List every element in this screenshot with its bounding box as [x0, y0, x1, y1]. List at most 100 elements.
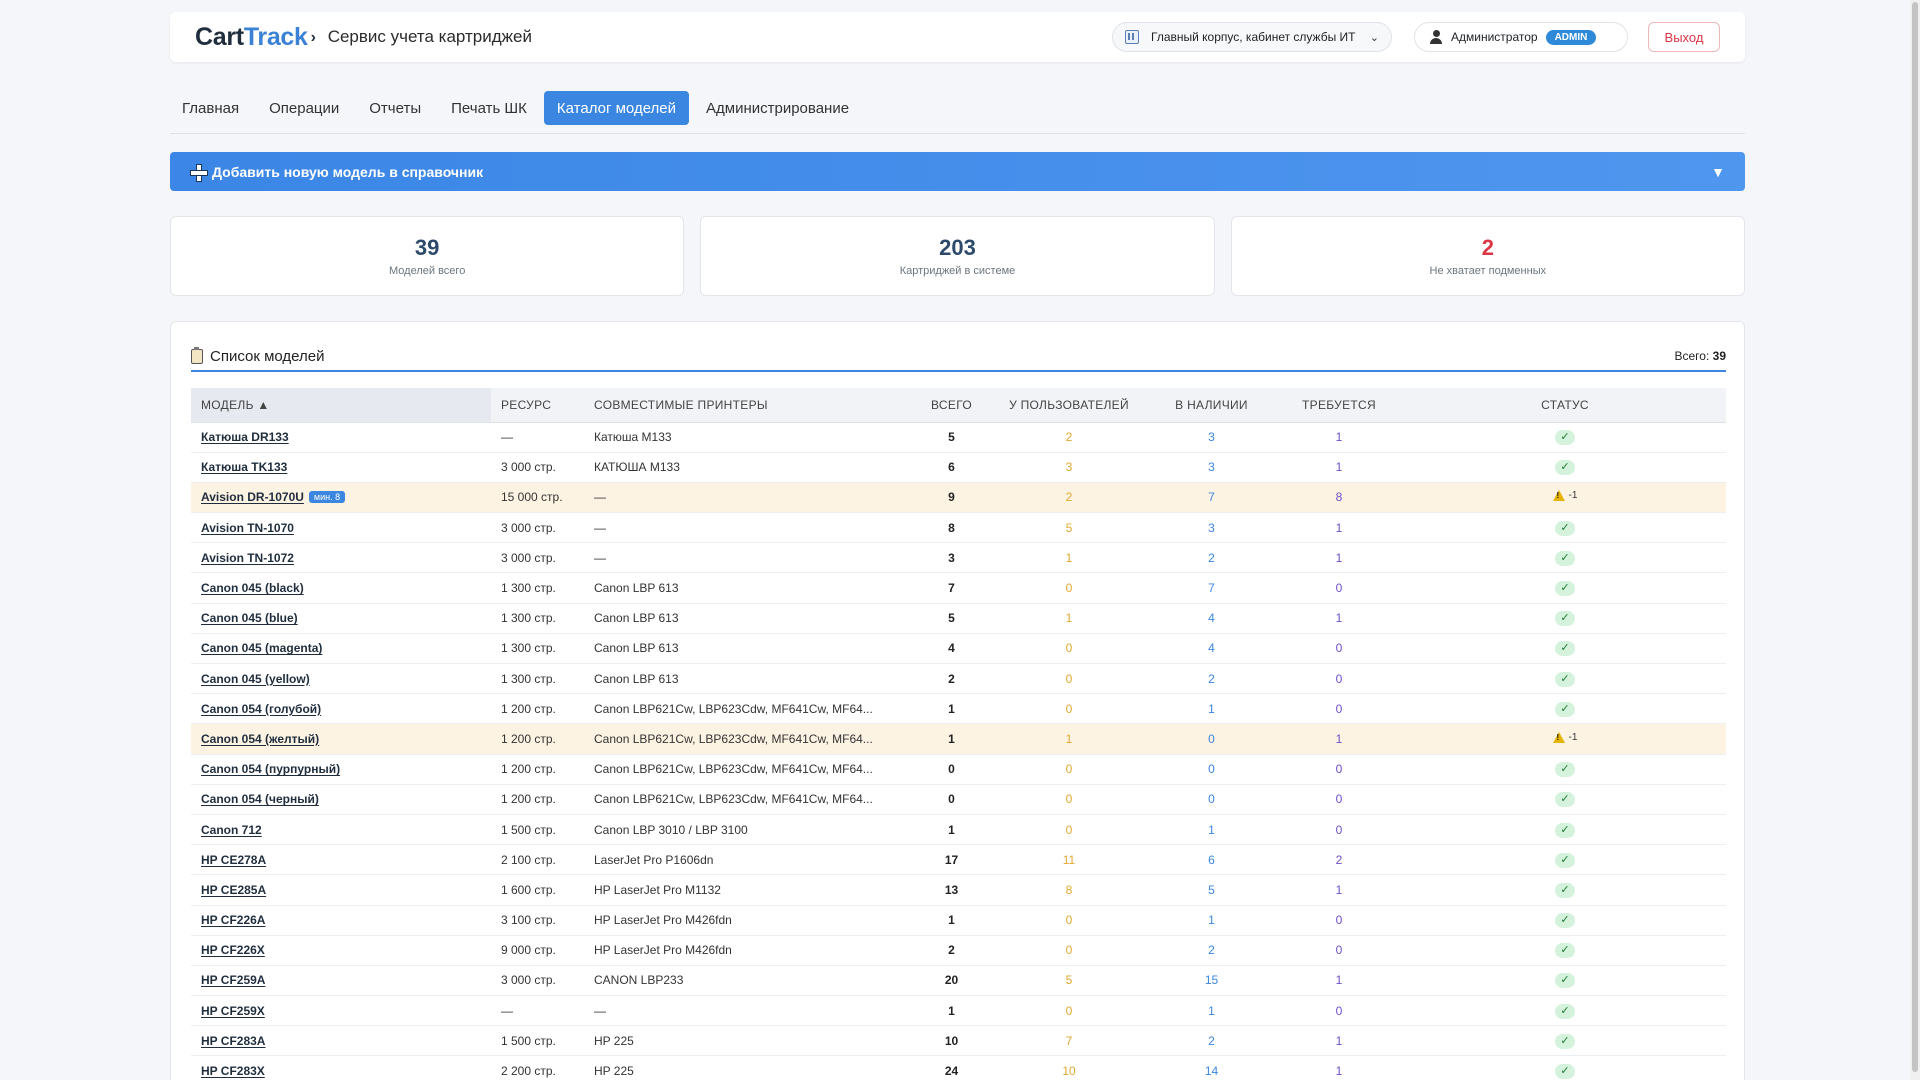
column-header-printers[interactable]: Совместимые принтеры — [584, 388, 914, 423]
cell-printers: Canon LBP 613 — [584, 572, 914, 604]
model-link[interactable]: Avision TN-1072 — [201, 551, 294, 565]
table-row[interactable]: Canon 045 (magenta) 1 300 стр. Canon LBP 6… — [191, 633, 1726, 665]
nav-item-administration[interactable]: Администрирование — [693, 91, 862, 125]
list-title-wrap: Список моделей — [191, 346, 325, 365]
cell-required: 0 — [1274, 814, 1404, 846]
cell-status: ✓ — [1404, 965, 1726, 997]
column-header-status[interactable]: Статус — [1404, 388, 1726, 423]
cell-total: 17 — [914, 844, 989, 876]
logo[interactable]: Cart Track › — [195, 23, 316, 52]
table-row[interactable]: Canon 045 (blue) 1 300 стр. Canon LBP 613 5… — [191, 603, 1726, 634]
cell-total: 1 — [914, 814, 989, 846]
table-row[interactable]: HP CE278A 2 100 стр. LaserJet Pro P1606dn 1… — [191, 844, 1726, 876]
cell-total: 4 — [914, 633, 989, 665]
model-link[interactable]: HP CF226X — [201, 943, 265, 957]
app-title: Сервис учета картриджей — [327, 27, 532, 46]
cell-printers: — — [584, 542, 914, 574]
model-link[interactable]: HP CF226A — [201, 913, 265, 927]
model-link[interactable]: Canon 054 (пурпурный) — [201, 762, 340, 776]
location-select[interactable]: Главный корпус, кабинет службы ИТ ⌄ — [1112, 22, 1392, 52]
cell-status: ✓ — [1404, 905, 1726, 936]
table-row[interactable]: HP CF283A 1 500 стр. HP 225 10 7 2 1 ✓ — [191, 1025, 1726, 1057]
table-row[interactable]: Avision TN-1072 3 000 стр. —3 1 2 1 ✓ — [191, 542, 1726, 574]
column-header-total[interactable]: Всего — [914, 388, 989, 423]
table-row[interactable]: Катюша DR133 — Катюша M133 5 2 3 1 ✓ — [191, 422, 1726, 453]
main-nav: Главная Операции Отчеты Печать ШК Катало… — [170, 91, 866, 125]
nav-item-print-barcodes[interactable]: Печать ШК — [438, 91, 540, 125]
column-header-users[interactable]: У пользователей — [989, 388, 1149, 423]
cell-required: 1 — [1274, 965, 1404, 997]
model-link[interactable]: Canon 712 — [201, 823, 262, 837]
table-row[interactable]: Avision DR-1070U мин. 8 15 000 стр.—9278 -1 — [191, 482, 1726, 514]
nav-item-model-catalog[interactable]: Каталог моделей — [543, 91, 690, 125]
model-link[interactable]: Катюша DR133 — [201, 430, 289, 444]
table-row[interactable]: Canon 054 (голубой) 1 200 стр. Canon LBP62… — [191, 693, 1726, 725]
model-link[interactable]: Canon 054 (черный) — [201, 792, 319, 806]
model-link[interactable]: Canon 045 (yellow) — [201, 672, 310, 686]
warning-badge: -1 — [1552, 490, 1577, 502]
table-row[interactable]: Avision TN-1070 3 000 стр. —8 5 3 1 ✓ — [191, 512, 1726, 544]
model-link[interactable]: Canon 045 (magenta) — [201, 641, 322, 655]
cell-stock: 1 — [1149, 814, 1274, 846]
column-header-required[interactable]: Требуется — [1274, 388, 1404, 423]
stat-label: Картриджей в системе — [899, 265, 1016, 277]
cell-stock: 0 — [1149, 754, 1274, 785]
model-link[interactable]: Avision TN-1070 — [201, 521, 294, 535]
cell-resource: 1 600 стр. — [491, 874, 584, 906]
table-row[interactable]: Canon 054 (желтый) 1 200 стр. Canon LBP621… — [191, 723, 1726, 755]
add-model-panel-toggle[interactable]: Добавить новую модель в справочник ▼ — [170, 152, 1745, 191]
nav-item-operations[interactable]: Операции — [256, 91, 352, 125]
table-row[interactable]: HP CF283X 2 200 стр. HP 225 24 10 14 1 ✓ — [191, 1055, 1726, 1080]
model-link[interactable]: Avision DR-1070U — [201, 490, 304, 504]
cell-model: Canon 045 (black) — [191, 572, 491, 604]
model-link[interactable]: Катюша TK133 — [201, 460, 287, 474]
cell-model: Canon 045 (magenta) — [191, 633, 491, 665]
list-title: Список моделей — [210, 347, 325, 365]
table-row[interactable]: Canon 045 (yellow) 1 300 стр. Canon LBP 61… — [191, 663, 1726, 695]
model-link[interactable]: HP CF283A — [201, 1034, 265, 1048]
column-header-model[interactable]: Модель ▲ — [191, 388, 491, 423]
model-link[interactable]: HP CF259A — [201, 973, 265, 987]
model-link[interactable]: Canon 054 (желтый) — [201, 732, 319, 746]
model-link[interactable]: Canon 054 (голубой) — [201, 702, 321, 716]
cell-printers: HP LaserJet Pro M426fdn — [584, 935, 914, 966]
cell-total: 2 — [914, 663, 989, 695]
table-row[interactable]: Canon 045 (black) 1 300 стр. Canon LBP 613… — [191, 572, 1726, 604]
cell-total: 5 — [914, 603, 989, 634]
model-link[interactable]: Canon 045 (black) — [201, 581, 304, 595]
cell-required: 8 — [1274, 482, 1404, 514]
model-link[interactable]: HP CF259X — [201, 1004, 265, 1018]
cell-printers: HP 225 — [584, 1025, 914, 1057]
table-row[interactable]: Катюша TK133 3 000 стр. КАТЮША М133 6 3 3 1 ✓ — [191, 452, 1726, 483]
model-link[interactable]: HP CF283X — [201, 1064, 265, 1078]
table-header-row: Модель ▲ Ресурс Совместимые принтеры Все… — [191, 388, 1726, 423]
page-scrollbar[interactable] — [1910, 0, 1920, 1080]
table-row[interactable]: HP CF259A 3 000 стр. CANON LBP233 20 5 15 1 ✓ — [191, 965, 1726, 997]
cell-printers: — — [584, 512, 914, 544]
warning-badge: -1 — [1552, 731, 1577, 743]
scrollbar-thumb[interactable] — [1912, 2, 1918, 1072]
check-icon: ✓ — [1555, 671, 1575, 687]
table-row[interactable]: HP CF226X 9 000 стр. HP LaserJet Pro M426f… — [191, 935, 1726, 966]
nav-item-home[interactable]: Главная — [170, 91, 252, 125]
cell-required: 1 — [1274, 422, 1404, 453]
cell-total: 2 — [914, 935, 989, 966]
model-link[interactable]: HP CE278A — [201, 853, 266, 867]
logout-button[interactable]: Выход — [1648, 22, 1720, 52]
model-link[interactable]: HP CE285A — [201, 883, 266, 897]
chevron-down-icon: ⌄ — [1369, 31, 1379, 44]
column-header-resource[interactable]: Ресурс — [491, 388, 584, 423]
cell-stock: 5 — [1149, 874, 1274, 906]
table-row[interactable]: HP CF259X — —1 0 1 0 ✓ — [191, 995, 1726, 1027]
table-row[interactable]: Canon 712 1 500 стр. Canon LBP 3010 / LBP … — [191, 814, 1726, 846]
table-row[interactable]: HP CF226A 3 100 стр. HP LaserJet Pro M426f… — [191, 905, 1726, 936]
model-link[interactable]: Canon 045 (blue) — [201, 611, 298, 625]
table-row[interactable]: Canon 054 (пурпурный) 1 200 стр. Canon LBP… — [191, 754, 1726, 785]
user-menu[interactable]: Администратор ADMIN — [1414, 22, 1628, 52]
cell-status: ✓ — [1404, 693, 1726, 725]
table-row[interactable]: HP CE285A 1 600 стр. HP LaserJet Pro M1132… — [191, 874, 1726, 906]
column-header-stock[interactable]: В наличии — [1149, 388, 1274, 423]
check-icon: ✓ — [1555, 550, 1575, 566]
nav-item-reports[interactable]: Отчеты — [356, 91, 434, 125]
table-row[interactable]: Canon 054 (черный) 1 200 стр. Canon LBP621… — [191, 784, 1726, 815]
